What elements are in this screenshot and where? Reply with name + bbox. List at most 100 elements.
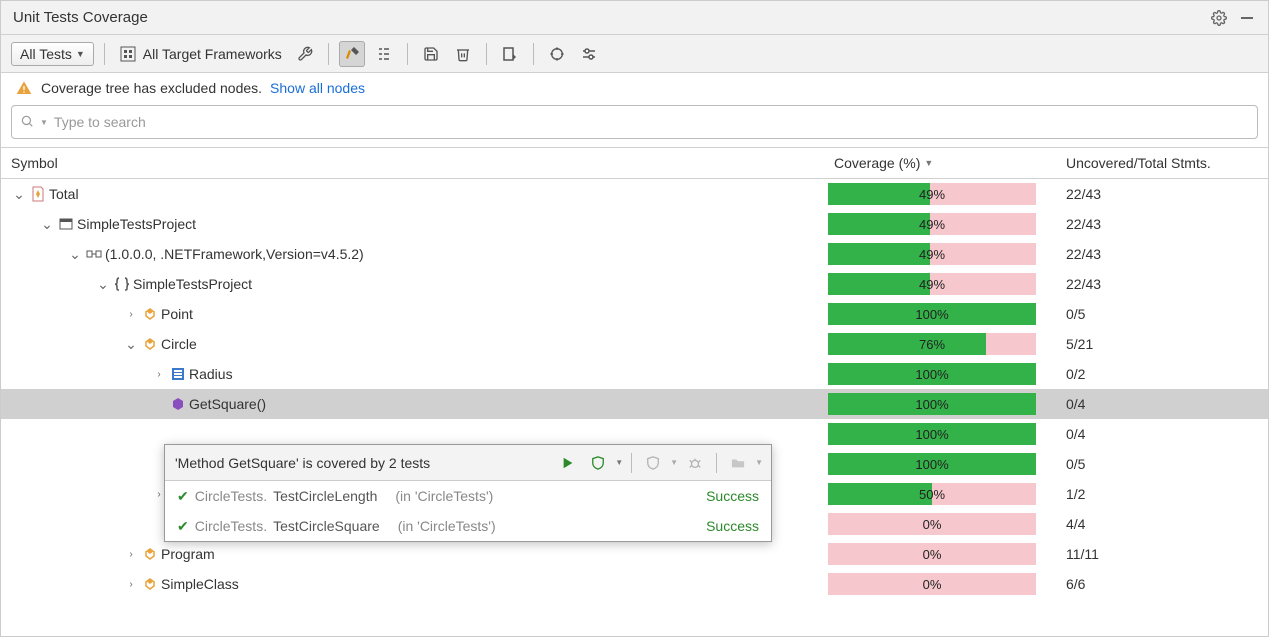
- coverage-cell: 49%: [828, 243, 1048, 265]
- chevron-down-icon[interactable]: ▼: [40, 118, 48, 127]
- assembly-icon: [85, 245, 103, 263]
- chevron-down-icon: ▼: [755, 458, 763, 467]
- chevron-down-icon[interactable]: ⌄: [11, 186, 27, 203]
- chevron-down-icon[interactable]: ⌄: [39, 216, 55, 233]
- notice-bar: Coverage tree has excluded nodes. Show a…: [1, 73, 1268, 103]
- popup-title: 'Method GetSquare' is covered by 2 tests: [175, 455, 555, 471]
- tree-row[interactable]: ⌄SimpleTestsProject49%22/43: [1, 209, 1268, 239]
- covering-tests-popup: 'Method GetSquare' is covered by 2 tests…: [164, 444, 772, 542]
- coverage-cell: 49%: [828, 273, 1048, 295]
- export-icon[interactable]: [497, 41, 523, 67]
- folder-icon[interactable]: [725, 450, 751, 476]
- check-icon: ✔: [177, 488, 189, 505]
- coverage-cell: 100%: [828, 453, 1048, 475]
- column-coverage-label: Coverage (%): [834, 155, 920, 171]
- chevron-down-icon[interactable]: ⌄: [123, 336, 139, 353]
- chevron-right-icon[interactable]: ›: [123, 549, 139, 560]
- chevron-right-icon[interactable]: ›: [123, 309, 139, 320]
- coverage-cell: 76%: [828, 333, 1048, 355]
- uncovered-cell: 0/4: [1048, 396, 1268, 412]
- row-label: Circle: [161, 336, 197, 352]
- coverage-percent: 49%: [828, 243, 1036, 265]
- highlight-icon[interactable]: [339, 41, 365, 67]
- notice-text: Coverage tree has excluded nodes.: [41, 80, 262, 96]
- uncovered-cell: 6/6: [1048, 576, 1268, 592]
- chevron-down-icon[interactable]: ⌄: [67, 246, 83, 263]
- symbol-cell: ⌄SimpleTestsProject: [11, 275, 828, 293]
- symbol-cell: › Point: [11, 305, 828, 323]
- coverage-percent: 76%: [828, 333, 1036, 355]
- uncovered-cell: 4/4: [1048, 516, 1268, 532]
- uncovered-cell: 11/11: [1048, 546, 1268, 562]
- all-tests-dropdown[interactable]: All Tests ▼: [11, 42, 94, 66]
- run-icon[interactable]: [555, 450, 581, 476]
- wrench-icon[interactable]: [292, 41, 318, 67]
- test-in: (in 'CircleTests'): [398, 518, 496, 534]
- target-icon[interactable]: [544, 41, 570, 67]
- column-symbol[interactable]: Symbol: [11, 155, 828, 171]
- symbol-cell: ⌄ SimpleTestsProject: [11, 215, 828, 233]
- tree-row[interactable]: ⌄Total49%22/43: [1, 179, 1268, 209]
- save-icon[interactable]: [418, 41, 444, 67]
- symbol-cell: ›Program: [11, 545, 828, 563]
- coverage-cell: 100%: [828, 423, 1048, 445]
- target-frameworks-button[interactable]: All Target Frameworks: [115, 43, 286, 65]
- separator: [631, 453, 632, 473]
- sort-desc-icon: ▼: [924, 158, 933, 168]
- popup-test-item[interactable]: ✔CircleTests.TestCircleSquare(in 'Circle…: [165, 511, 771, 541]
- symbol-cell: ›SimpleClass: [11, 575, 828, 593]
- symbol-cell: ⌄ Circle: [11, 335, 828, 353]
- test-in: (in 'CircleTests'): [395, 488, 493, 504]
- uncovered-cell: 1/2: [1048, 486, 1268, 502]
- chevron-right-icon[interactable]: ›: [151, 369, 167, 380]
- property-icon: [169, 365, 187, 383]
- tree-row[interactable]: ›SimpleClass0% 6/6: [1, 569, 1268, 599]
- namespace-icon: [113, 275, 131, 293]
- chevron-down-icon: ▼: [670, 458, 678, 467]
- gear-icon[interactable]: [1208, 7, 1230, 29]
- test-status: Success: [706, 518, 759, 534]
- coverage-percent: 100%: [828, 453, 1036, 475]
- adjust-icon[interactable]: [576, 41, 602, 67]
- shield-icon[interactable]: [640, 450, 666, 476]
- frameworks-icon: [119, 45, 137, 63]
- popup-test-list: ✔CircleTests.TestCircleLength(in 'Circle…: [165, 481, 771, 541]
- search-input[interactable]: [54, 114, 1249, 130]
- minimize-icon[interactable]: [1236, 7, 1258, 29]
- separator: [104, 43, 105, 65]
- popup-test-item[interactable]: ✔CircleTests.TestCircleLength(in 'Circle…: [165, 481, 771, 511]
- chevron-down-icon[interactable]: ⌄: [95, 276, 111, 293]
- chevron-right-icon[interactable]: ›: [123, 579, 139, 590]
- all-tests-label: All Tests: [20, 46, 72, 62]
- tree-icon[interactable]: [371, 41, 397, 67]
- row-label: Point: [161, 306, 193, 322]
- coverage-percent: 0%: [828, 573, 1036, 595]
- trash-icon[interactable]: [450, 41, 476, 67]
- bug-icon[interactable]: [682, 450, 708, 476]
- coverage-percent: 49%: [828, 273, 1036, 295]
- warning-icon: [15, 79, 33, 97]
- tree-row[interactable]: ›Point100%0/5: [1, 299, 1268, 329]
- tree-row[interactable]: ⌄SimpleTestsProject49%22/43: [1, 269, 1268, 299]
- symbol-cell: ›: [11, 425, 828, 443]
- uncovered-cell: 22/43: [1048, 216, 1268, 232]
- symbol-cell: ⌄Total: [11, 185, 828, 203]
- shield-run-icon[interactable]: [585, 450, 611, 476]
- coverage-cell: 49%: [828, 183, 1048, 205]
- test-status: Success: [706, 488, 759, 504]
- search-bar[interactable]: ▼: [11, 105, 1258, 139]
- tree-row[interactable]: ›Program0%11/11: [1, 539, 1268, 569]
- tree-row[interactable]: ⌄(1.0.0.0, .NETFramework,Version=v4.5.2)…: [1, 239, 1268, 269]
- tree-row[interactable]: ›Radius100%0/2: [1, 359, 1268, 389]
- row-label: SimpleTestsProject: [77, 216, 196, 232]
- column-uncovered[interactable]: Uncovered/Total Stmts.: [1048, 155, 1268, 171]
- column-coverage[interactable]: Coverage (%) ▼: [828, 155, 1048, 171]
- tree-row[interactable]: ⌄Circle76%5/21: [1, 329, 1268, 359]
- coverage-percent: 0%: [828, 513, 1036, 535]
- chevron-down-icon[interactable]: ▼: [615, 458, 623, 467]
- tree-row[interactable]: ›GetSquare()100%0/4: [1, 389, 1268, 419]
- show-all-nodes-link[interactable]: Show all nodes: [270, 80, 365, 96]
- uncovered-cell: 0/2: [1048, 366, 1268, 382]
- coverage-percent: 100%: [828, 423, 1036, 445]
- row-label: Radius: [189, 366, 233, 382]
